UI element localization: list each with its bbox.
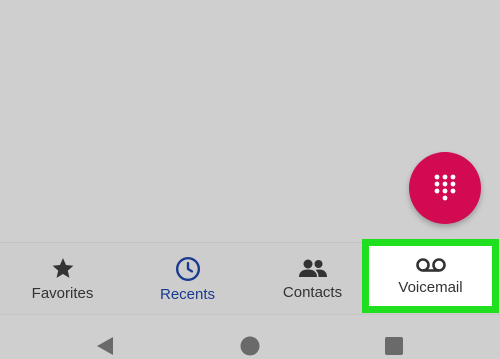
tab-contacts-label: Contacts: [282, 283, 343, 301]
star-icon: [52, 258, 73, 278]
tab-voicemail[interactable]: Voicemail: [362, 239, 499, 313]
people-icon: [298, 259, 327, 277]
home-circle-icon[interactable]: [239, 335, 261, 357]
dialpad-fab-button[interactable]: [409, 152, 481, 224]
recents-square-icon[interactable]: [384, 336, 404, 356]
tab-voicemail-label: Voicemail: [398, 278, 463, 296]
voicemail-icon: [415, 257, 446, 272]
system-navigation-bar: [0, 314, 500, 359]
tab-favorites-label: Favorites: [31, 285, 94, 302]
bottom-navigation-bar: Favorites Recents Contacts Voicemail: [0, 239, 500, 315]
back-triangle-icon[interactable]: [94, 335, 116, 357]
tab-recents[interactable]: Recents: [125, 243, 250, 315]
tab-favorites[interactable]: Favorites: [0, 243, 125, 315]
tab-recents-label: Recents: [159, 285, 216, 303]
clock-icon: [175, 256, 200, 281]
dialpad-icon: [434, 174, 456, 201]
tab-contacts[interactable]: Contacts: [250, 243, 375, 315]
